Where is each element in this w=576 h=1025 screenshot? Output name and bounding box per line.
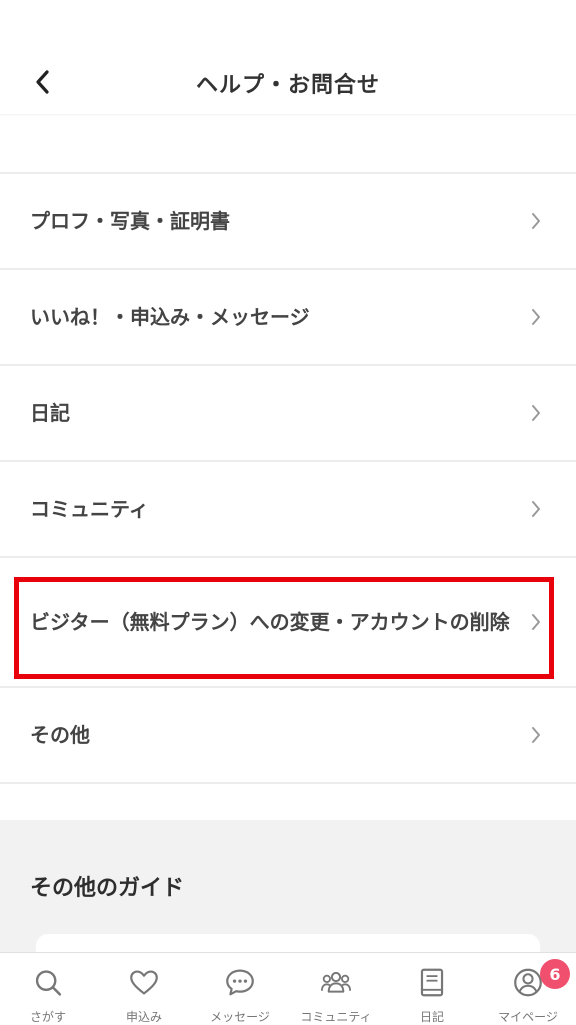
category-item-diary[interactable]: 日記 <box>0 366 576 462</box>
search-icon <box>35 970 62 996</box>
tab-applications[interactable]: 申込み <box>96 953 192 1025</box>
tab-community[interactable]: コミュニティ <box>288 953 384 1025</box>
tab-label: 日記 <box>419 1010 444 1024</box>
chevron-left-icon <box>36 70 49 94</box>
tab-messages[interactable]: メッセージ <box>192 953 288 1025</box>
category-item-profile[interactable]: プロフ・写真・証明書 <box>0 174 576 270</box>
notification-badge: 6 <box>540 959 570 989</box>
tab-diary[interactable]: 日記 <box>384 953 480 1025</box>
heart-icon <box>130 970 158 995</box>
tab-label: さがす <box>29 1010 66 1024</box>
category-item-community[interactable]: コミュニティ <box>0 462 576 558</box>
tab-mypage[interactable]: マイページ 6 <box>480 953 576 1025</box>
category-label: コミュニティ <box>30 497 149 521</box>
back-button[interactable] <box>24 64 60 100</box>
chevron-right-icon <box>532 309 540 325</box>
tab-label: メッセージ <box>210 1010 270 1024</box>
section-title: その他のガイド <box>30 876 185 901</box>
category-item-other[interactable]: その他 <box>0 688 576 784</box>
tab-label: コミュニティ <box>300 1010 372 1024</box>
category-label: その他 <box>30 723 90 747</box>
tab-search[interactable]: さがす <box>0 953 96 1025</box>
chevron-right-icon <box>532 614 540 630</box>
chat-bubble-icon <box>226 969 254 996</box>
page-title: ヘルプ・お問合せ <box>195 73 380 98</box>
app-header: ヘルプ・お問合せ <box>0 52 576 114</box>
category-label: 日記 <box>30 401 70 425</box>
category-label: ビジター（無料プラン）への変更・アカウントの削除 <box>30 610 510 634</box>
tab-label: 申込み <box>125 1010 162 1024</box>
chevron-right-icon <box>532 405 540 421</box>
help-category-list: 料金・プラン プロフ・写真・証明書 いいね！・申込み・メッセージ 日記 コミュニ… <box>0 76 576 784</box>
category-label: いいね！・申込み・メッセージ <box>30 305 310 329</box>
category-label: プロフ・写真・証明書 <box>30 209 230 233</box>
category-item-likes-messages[interactable]: いいね！・申込み・メッセージ <box>0 270 576 366</box>
book-icon <box>420 968 444 997</box>
group-icon <box>320 971 352 993</box>
bottom-tab-bar: さがす 申込み メッセージ コミュニティ 日記 マイページ 6 <box>0 952 576 1025</box>
chevron-right-icon <box>532 213 540 229</box>
category-item-visitor-change-account-delete[interactable]: ビジター（無料プラン）への変更・アカウントの削除 <box>0 558 576 688</box>
chevron-right-icon <box>532 727 540 743</box>
tab-label: マイページ <box>498 1010 558 1024</box>
status-bar-area <box>0 0 576 52</box>
chevron-right-icon <box>532 501 540 517</box>
